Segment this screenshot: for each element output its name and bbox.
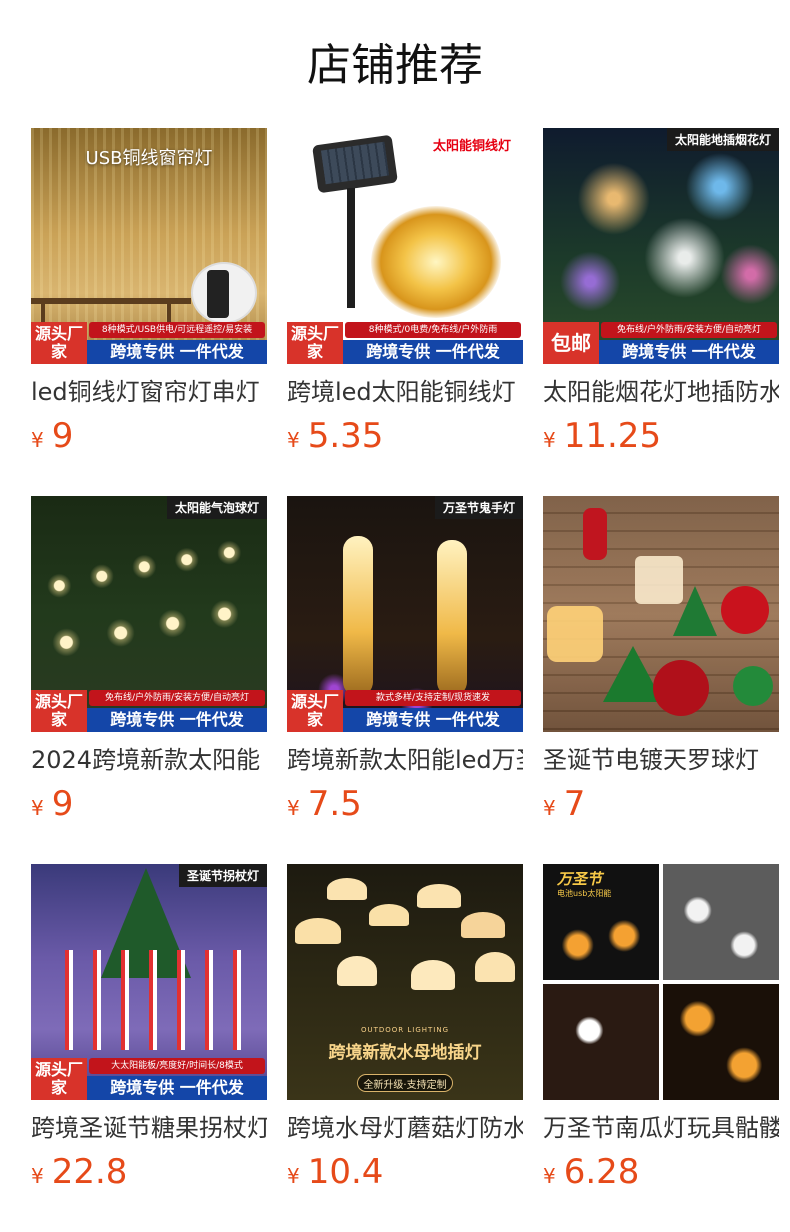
source-tag: 包邮	[543, 322, 599, 364]
image-banner: 源头厂家 大太阳能板/亮度好/时间长/8模式 跨境专供 一件代发	[31, 1058, 267, 1100]
product-image[interactable]: 万圣节 电池usb太阳能	[543, 864, 779, 1100]
image-banner: 源头厂家 款式多样/支持定制/现货速发 跨境专供 一件代发	[287, 690, 523, 732]
image-corner-title: 万圣节	[557, 870, 603, 888]
product-name[interactable]: 万圣节南瓜灯玩具骷髅	[543, 1110, 779, 1146]
slogan-tag: 跨境专供 一件代发	[87, 708, 267, 732]
source-tag: 源头厂家	[287, 690, 343, 732]
image-label: 太阳能地插烟花灯	[666, 128, 779, 151]
product-price: ¥9	[31, 416, 73, 460]
product-name[interactable]: 太阳能烟花灯地插防水	[543, 374, 779, 410]
product-image[interactable]: 太阳能铜线灯 源头厂家 8种模式/0电费/免布线/户外防雨 跨境专供 一件代发	[287, 128, 523, 364]
section-title: 店铺推荐	[307, 40, 483, 91]
source-tag: 源头厂家	[31, 322, 87, 364]
product-image[interactable]: 圣诞节拐杖灯 源头厂家 大太阳能板/亮度好/时间长/8模式 跨境专供 一件代发	[31, 864, 267, 1100]
image-corner-sub: 电池usb太阳能	[557, 889, 612, 898]
image-label: 圣诞节拐杖灯	[178, 864, 267, 887]
image-banner: 源头厂家 8种模式/USB供电/可远程遥控/易安装 跨境专供 一件代发	[31, 322, 267, 364]
currency-symbol: ¥	[543, 796, 556, 820]
image-caption: 跨境新款水母地插灯	[328, 1043, 482, 1063]
product-price: ¥11.25	[543, 416, 661, 460]
product-image[interactable]: 万圣节鬼手灯 源头厂家 款式多样/支持定制/现货速发 跨境专供 一件代发	[287, 496, 523, 732]
image-caption-sub: 全新升级·支持定制	[363, 1080, 447, 1091]
product-name[interactable]: 跨境新款太阳能led万圣	[287, 742, 523, 778]
slogan-tag: 跨境专供 一件代发	[343, 340, 523, 364]
currency-symbol: ¥	[31, 1164, 44, 1188]
price-value: 5.35	[307, 416, 384, 456]
product-price: ¥10.4	[287, 1152, 383, 1196]
product-price: ¥6.28	[543, 1152, 639, 1196]
price-value: 7	[563, 784, 586, 824]
currency-symbol: ¥	[31, 796, 44, 820]
product-image[interactable]: 太阳能地插烟花灯 包邮 免布线/户外防雨/安装方便/自动亮灯 跨境专供 一件代发	[543, 128, 779, 364]
feature-tag: 免布线/户外防雨/安装方便/自动亮灯	[601, 322, 777, 338]
currency-symbol: ¥	[287, 1164, 300, 1188]
image-title: USB铜线窗帘灯	[85, 148, 213, 169]
price-value: 7.5	[307, 784, 362, 824]
product-image[interactable]	[543, 496, 779, 732]
product-name[interactable]: 2024跨境新款太阳能	[31, 742, 267, 778]
currency-symbol: ¥	[543, 428, 556, 452]
product-image[interactable]: 太阳能气泡球灯 源头厂家 免布线/户外防雨/安装方便/自动亮灯 跨境专供 一件代…	[31, 496, 267, 732]
image-label: 万圣节鬼手灯	[434, 496, 523, 519]
source-tag: 源头厂家	[31, 1058, 87, 1100]
product-name[interactable]: 圣诞节电镀天罗球灯	[543, 742, 779, 778]
product-name[interactable]: 跨境水母灯蘑菇灯防水	[287, 1110, 523, 1146]
image-banner: 包邮 免布线/户外防雨/安装方便/自动亮灯 跨境专供 一件代发	[543, 322, 779, 364]
product-name[interactable]: led铜线灯窗帘灯串灯	[31, 374, 267, 410]
image-banner: 源头厂家 免布线/户外防雨/安装方便/自动亮灯 跨境专供 一件代发	[31, 690, 267, 732]
image-label: 太阳能气泡球灯	[166, 496, 267, 519]
price-value: 9	[51, 416, 74, 456]
slogan-tag: 跨境专供 一件代发	[87, 340, 267, 364]
currency-symbol: ¥	[287, 796, 300, 820]
price-value: 22.8	[51, 1152, 128, 1192]
currency-symbol: ¥	[543, 1164, 556, 1188]
source-tag: 源头厂家	[31, 690, 87, 732]
product-name[interactable]: 跨境圣诞节糖果拐杖灯	[31, 1110, 267, 1146]
feature-tag: 大太阳能板/亮度好/时间长/8模式	[89, 1058, 265, 1074]
feature-tag: 8种模式/0电费/免布线/户外防雨	[345, 322, 521, 338]
product-price: ¥7.5	[287, 784, 362, 828]
currency-symbol: ¥	[31, 428, 44, 452]
product-price: ¥22.8	[31, 1152, 127, 1196]
feature-tag: 免布线/户外防雨/安装方便/自动亮灯	[89, 690, 265, 706]
product-price: ¥9	[31, 784, 73, 828]
price-value: 9	[51, 784, 74, 824]
product-image[interactable]: OUTDOOR LIGHTING 跨境新款水母地插灯 全新升级·支持定制	[287, 864, 523, 1100]
currency-symbol: ¥	[287, 428, 300, 452]
source-tag: 源头厂家	[287, 322, 343, 364]
slogan-tag: 跨境专供 一件代发	[599, 340, 779, 364]
slogan-tag: 跨境专供 一件代发	[87, 1076, 267, 1100]
price-value: 11.25	[563, 416, 662, 456]
product-image[interactable]: USB铜线窗帘灯 源头厂家 8种模式/USB供电/可远程遥控/易安装 跨境专供 …	[31, 128, 267, 364]
feature-tag: 8种模式/USB供电/可远程遥控/易安装	[89, 322, 265, 338]
image-label: 太阳能铜线灯	[432, 139, 511, 154]
product-price: ¥7	[543, 784, 585, 828]
feature-tag: 款式多样/支持定制/现货速发	[345, 690, 521, 706]
slogan-tag: 跨境专供 一件代发	[343, 708, 523, 732]
image-caption-small: OUTDOOR LIGHTING	[360, 1026, 450, 1034]
product-name[interactable]: 跨境led太阳能铜线灯	[287, 374, 523, 410]
image-banner: 源头厂家 8种模式/0电费/免布线/户外防雨 跨境专供 一件代发	[287, 322, 523, 364]
price-value: 10.4	[307, 1152, 384, 1192]
product-price: ¥5.35	[287, 416, 383, 460]
price-value: 6.28	[563, 1152, 640, 1192]
